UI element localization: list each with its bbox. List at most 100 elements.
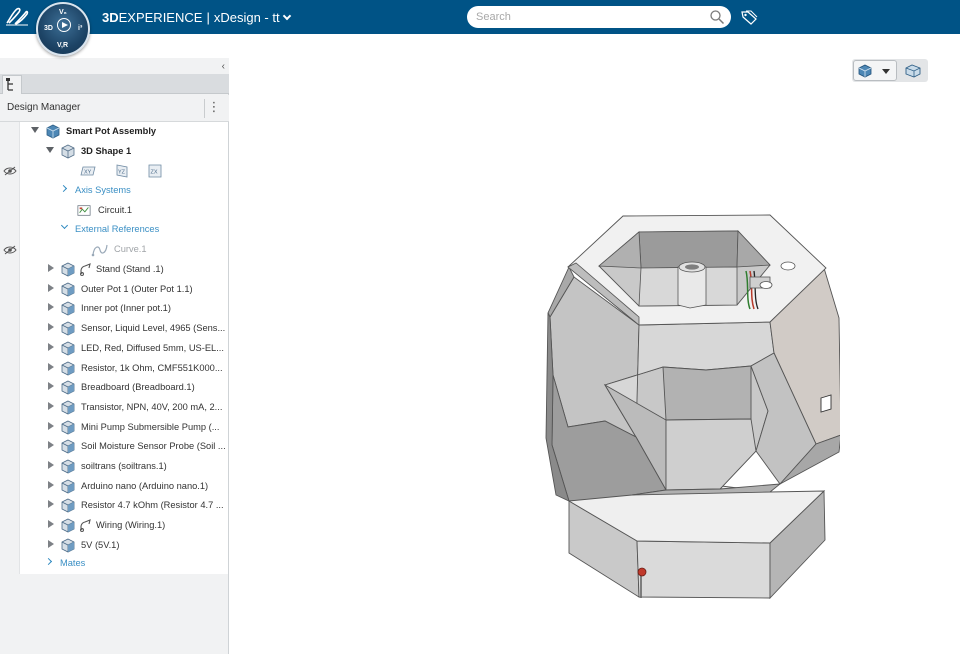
design-manager-panel: ‹ Design Manager ⋮ Smart Pot Assembly 3D… (0, 58, 229, 654)
part-icon (61, 498, 75, 513)
expand-arrow-icon[interactable] (48, 323, 54, 332)
tree-label: Arduino nano (Arduino nano.1) (81, 480, 209, 491)
tree-item-component[interactable]: Transistor, NPN, 40V, 200 mA, 2... (20, 398, 229, 417)
tree-item-component[interactable]: Inner pot (Inner pot.1) (20, 299, 229, 318)
app-title[interactable]: 3DEXPERIENCE | xDesign - tt (102, 10, 291, 25)
circuit-icon (77, 205, 91, 216)
anchor-link-icon (80, 263, 91, 276)
tree-label: 5V (5V.1) (81, 539, 120, 550)
hidden-eye-icon[interactable] (3, 245, 17, 255)
tree-item-component[interactable]: Stand (Stand .1) (20, 260, 229, 279)
expand-arrow-icon[interactable] (48, 303, 54, 312)
expand-chevron-icon[interactable] (44, 557, 53, 566)
tree-item-component[interactable]: Resistor 4.7 kOhm (Resistor 4.7 ... (20, 496, 229, 515)
search-box[interactable] (467, 6, 731, 28)
tree-item-component[interactable]: Resistor, 1k Ohm, CMF551K000... (20, 359, 229, 378)
tree-item-component[interactable]: Mini Pump Submersible Pump (... (20, 418, 229, 437)
compass-widget[interactable]: V₆ 3D i³ V,R (36, 2, 90, 56)
more-options-icon[interactable]: ⋮ (207, 100, 221, 117)
tree-item-external-references[interactable]: External References (20, 220, 229, 239)
tree-label: Resistor, 1k Ohm, CMF551K000... (81, 362, 223, 373)
expand-chevron-icon[interactable] (59, 184, 68, 193)
tree-item-planes: XY YZ ZX (20, 162, 229, 181)
tree-label: Inner pot (Inner pot.1) (81, 303, 171, 314)
chevron-down-icon[interactable] (282, 11, 291, 21)
expand-arrow-icon[interactable] (48, 441, 54, 450)
app-name: xDesign - tt (213, 10, 280, 25)
tree-item-component[interactable]: Breadboard (Breadboard.1) (20, 378, 229, 397)
expand-arrow-icon[interactable] (48, 283, 54, 292)
part-icon (61, 439, 75, 454)
tree-item-axis-systems[interactable]: Axis Systems (20, 181, 229, 200)
tree-item-component[interactable]: 5V (5V.1) (20, 536, 229, 555)
tree-label: Transistor, NPN, 40V, 200 mA, 2... (81, 401, 223, 412)
tree-item-component[interactable]: soiltrans (soiltrans.1) (20, 457, 229, 476)
expand-arrow-icon[interactable] (48, 520, 54, 529)
part-icon (61, 518, 75, 533)
tree-structure-icon (6, 78, 13, 91)
play-icon[interactable] (57, 18, 71, 32)
zx-plane-icon[interactable]: ZX (147, 164, 163, 178)
expand-arrow-icon[interactable] (48, 362, 54, 371)
tab-tree[interactable] (2, 75, 22, 94)
dassault-logo-icon[interactable] (4, 6, 30, 28)
view-mode-dropdown[interactable] (853, 60, 897, 81)
shape-icon (61, 144, 75, 159)
smart-pot-3d-model[interactable] (540, 205, 840, 605)
part-icon (61, 400, 75, 415)
tree-label: Sensor, Liquid Level, 4965 (Sens... (81, 323, 226, 334)
search-icon[interactable] (709, 9, 725, 25)
tree-item-component[interactable]: Arduino nano (Arduino nano.1) (20, 477, 229, 496)
part-icon (61, 479, 75, 494)
tree-item-mates[interactable]: Mates (20, 554, 229, 573)
part-icon (61, 301, 75, 316)
collapse-arrow-icon[interactable] (46, 147, 54, 153)
expand-arrow-icon[interactable] (48, 382, 54, 391)
chevron-down-icon[interactable] (882, 69, 890, 74)
render-style-icon[interactable] (904, 63, 922, 78)
brand-separator: | (206, 10, 210, 25)
part-icon (61, 361, 75, 375)
tree-item-component[interactable]: Wiring (Wiring.1) (20, 516, 229, 535)
hidden-eye-icon[interactable] (3, 166, 17, 176)
xy-plane-icon[interactable]: XY (80, 164, 96, 178)
search-input[interactable] (467, 6, 697, 28)
tree-item-curve[interactable]: Curve.1 (20, 240, 229, 259)
compass-top-label: V₆ (59, 9, 67, 16)
top-bar: 3DEXPERIENCE | xDesign - tt (0, 0, 960, 34)
compass-bottom-label: V,R (57, 42, 69, 49)
tag-icon[interactable] (740, 9, 758, 25)
expand-arrow-icon[interactable] (48, 461, 54, 469)
expand-arrow-icon[interactable] (48, 342, 54, 351)
tree-label: 3D Shape 1 (81, 146, 132, 156)
tree-item-component[interactable]: LED, Red, Diffused 5mm, US-EL... (20, 339, 229, 358)
tree-item-component[interactable]: Soil Moisture Sensor Probe (Soil ... (20, 437, 229, 456)
tree-item-component[interactable]: Outer Pot 1 (Outer Pot 1.1) (20, 280, 229, 299)
part-icon (61, 282, 75, 297)
tree-label: Soil Moisture Sensor Probe (Soil ... (81, 441, 226, 452)
panel-title: Design Manager (7, 102, 81, 113)
tree-item-circuit[interactable]: Circuit.1 (20, 201, 229, 220)
expand-arrow-icon[interactable] (48, 421, 54, 430)
panel-collapse-bar: ‹ (0, 58, 229, 74)
design-tree: Smart Pot Assembly 3D Shape 1 XY YZ ZX A… (19, 122, 228, 574)
tree-label: Breadboard (Breadboard.1) (81, 382, 195, 393)
tree-label: Mates (60, 558, 86, 568)
tree-item-3d-shape[interactable]: 3D Shape 1 (20, 142, 229, 161)
brand-bold: 3D (102, 10, 119, 25)
expand-arrow-icon[interactable] (48, 264, 54, 272)
part-icon (61, 459, 75, 474)
yz-plane-icon[interactable]: YZ (114, 164, 130, 178)
svg-text:ZX: ZX (151, 170, 158, 176)
compass-left-label: 3D (44, 25, 53, 32)
expand-arrow-icon[interactable] (48, 401, 54, 410)
expand-arrow-icon[interactable] (48, 539, 54, 548)
expand-arrow-icon[interactable] (48, 500, 54, 509)
expand-arrow-icon[interactable] (48, 480, 54, 489)
tree-item-component[interactable]: Sensor, Liquid Level, 4965 (Sens... (20, 319, 229, 338)
collapse-arrow-icon[interactable] (31, 127, 39, 133)
tree-item-root[interactable]: Smart Pot Assembly (20, 122, 229, 141)
tree-label: Stand (Stand .1) (96, 264, 164, 274)
collapse-chevron-icon[interactable] (60, 221, 69, 230)
collapse-panel-button[interactable]: ‹ (222, 61, 225, 72)
